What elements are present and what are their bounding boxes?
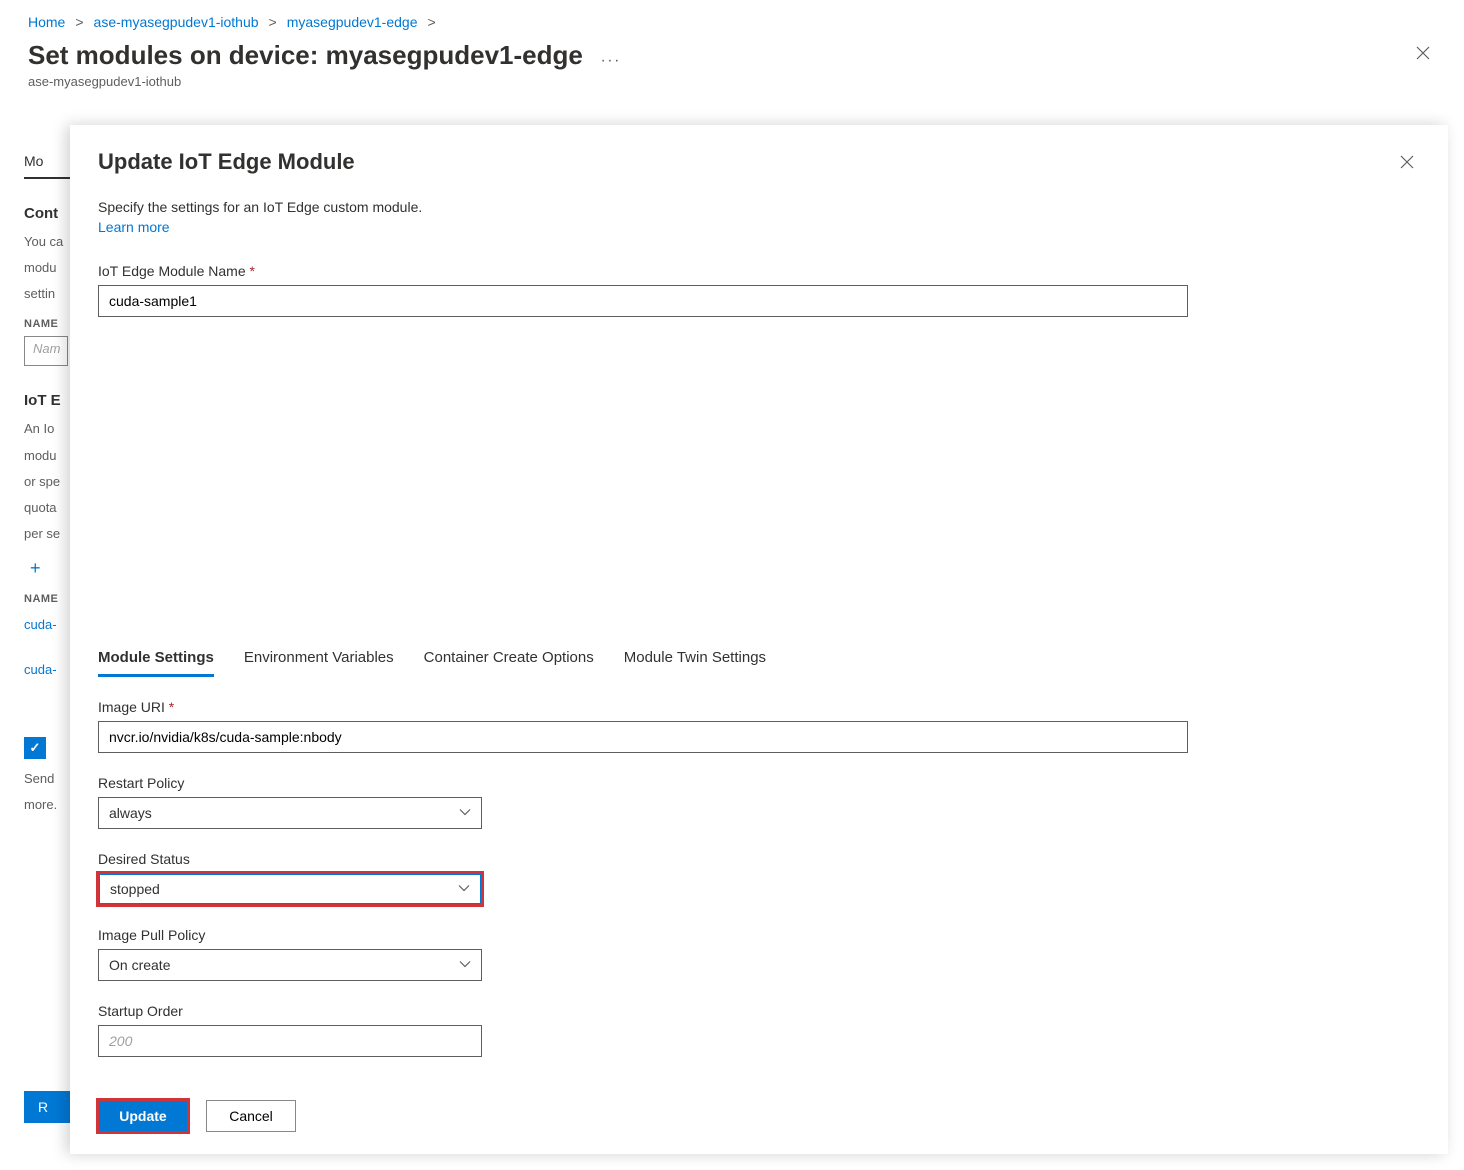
panel-title: Update IoT Edge Module [98, 149, 355, 175]
bg-text: Send [24, 769, 70, 789]
bg-text: modu [24, 446, 70, 466]
bg-text: An Io [24, 419, 70, 439]
bg-text: more. [24, 795, 70, 815]
chevron-down-icon [458, 881, 470, 897]
tab-module-settings[interactable]: Module Settings [98, 639, 214, 677]
breadcrumb: Home > ase-myasegpudev1-iothub > myasegp… [0, 0, 1464, 40]
panel-tabs: Module Settings Environment Variables Co… [98, 639, 1420, 677]
image-uri-input[interactable] [98, 721, 1188, 753]
bg-section-heading: IoT E [24, 392, 70, 409]
bg-label: NAME [24, 318, 70, 330]
tab-module-twin-settings[interactable]: Module Twin Settings [624, 639, 766, 677]
learn-more-link[interactable]: Learn more [98, 219, 1420, 235]
breadcrumb-separator: > [75, 14, 83, 30]
image-pull-policy-value: On create [109, 957, 170, 973]
bg-text: or spe [24, 472, 70, 492]
bg-text: quota [24, 498, 70, 518]
bg-review-button: R [24, 1091, 70, 1123]
desired-status-label: Desired Status [98, 851, 482, 867]
close-panel-button[interactable] [1394, 149, 1420, 179]
bg-link: cuda- [24, 617, 70, 632]
tab-container-create-options[interactable]: Container Create Options [424, 639, 594, 677]
bg-text: You ca [24, 232, 70, 252]
background-content: Mo Cont You ca modu settin NAME Nam IoT … [0, 125, 70, 1145]
close-icon [1400, 155, 1414, 169]
breadcrumb-item-home[interactable]: Home [28, 14, 65, 30]
close-page-button[interactable] [1410, 40, 1436, 70]
breadcrumb-item-iothub[interactable]: ase-myasegpudev1-iothub [94, 14, 259, 30]
bg-text: modu [24, 258, 70, 278]
more-actions-icon[interactable]: ··· [600, 52, 620, 69]
tab-environment-variables[interactable]: Environment Variables [244, 639, 394, 677]
restart-policy-value: always [109, 805, 152, 821]
page-header: Set modules on device: myasegpudev1-edge… [0, 40, 1464, 101]
update-module-panel: Update IoT Edge Module Specify the setti… [70, 125, 1448, 1154]
module-name-label: IoT Edge Module Name [98, 263, 1188, 279]
breadcrumb-separator: > [269, 14, 277, 30]
image-pull-policy-label: Image Pull Policy [98, 927, 482, 943]
checkbox-icon [24, 737, 46, 759]
bg-section-heading: Cont [24, 205, 70, 222]
startup-order-input[interactable] [98, 1025, 482, 1057]
panel-footer: Update Cancel [70, 1084, 1448, 1154]
update-button[interactable]: Update [98, 1100, 188, 1132]
bg-text: settin [24, 284, 70, 304]
bg-label: NAME [24, 593, 70, 605]
panel-description: Specify the settings for an IoT Edge cus… [70, 179, 1448, 235]
bg-text: per se [24, 524, 70, 544]
page-subtitle: ase-myasegpudev1-iothub [28, 74, 621, 89]
close-icon [1416, 46, 1430, 60]
breadcrumb-separator: > [428, 14, 436, 30]
chevron-down-icon [459, 957, 471, 973]
page-title: Set modules on device: myasegpudev1-edge [28, 40, 583, 71]
desired-status-select[interactable]: stopped [98, 873, 482, 905]
breadcrumb-item-edge[interactable]: myasegpudev1-edge [287, 14, 418, 30]
desired-status-value: stopped [110, 881, 160, 897]
restart-policy-label: Restart Policy [98, 775, 482, 791]
bg-tab: Mo [24, 143, 70, 179]
startup-order-label: Startup Order [98, 1003, 482, 1019]
chevron-down-icon [459, 805, 471, 821]
restart-policy-select[interactable]: always [98, 797, 482, 829]
image-uri-label: Image URI [98, 699, 1188, 715]
module-name-input[interactable] [98, 285, 1188, 317]
bg-link: cuda- [24, 662, 70, 677]
plus-icon: + [30, 558, 70, 579]
bg-input: Nam [24, 336, 68, 366]
image-pull-policy-select[interactable]: On create [98, 949, 482, 981]
cancel-button[interactable]: Cancel [206, 1100, 296, 1132]
